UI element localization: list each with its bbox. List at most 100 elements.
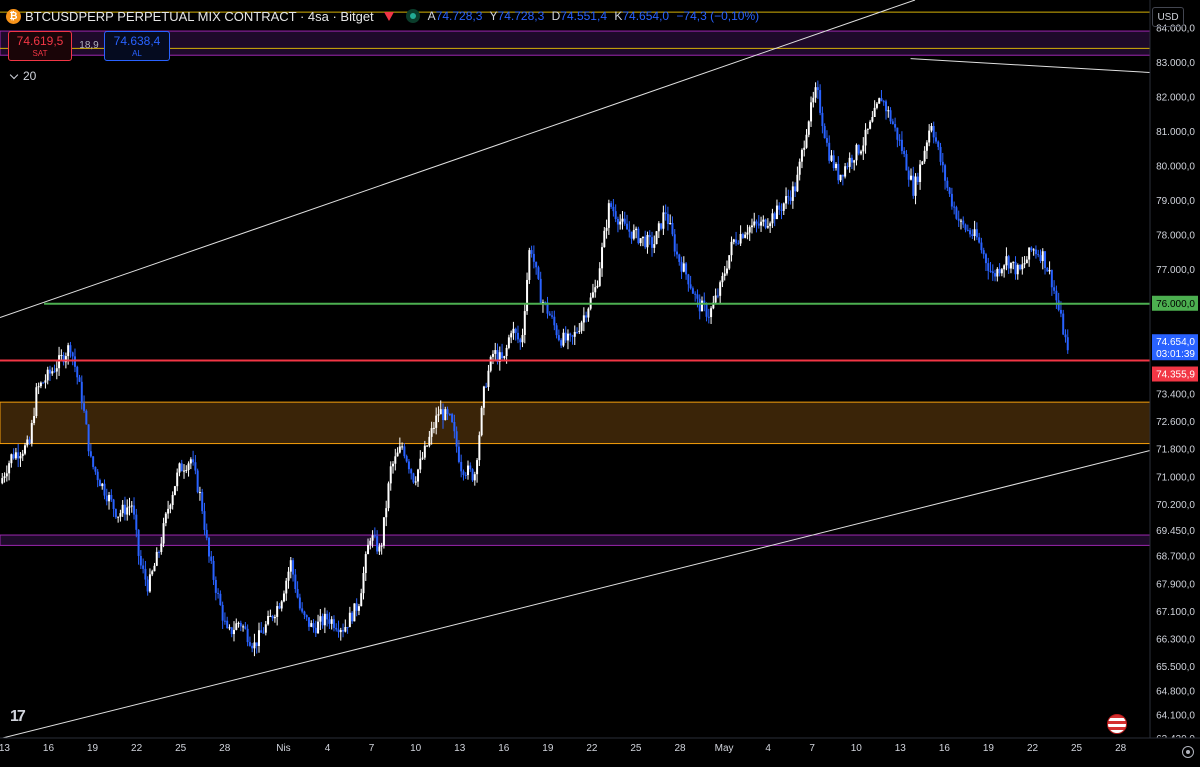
candle-body <box>26 439 29 446</box>
candle-body <box>651 237 654 248</box>
candle-body <box>850 157 853 163</box>
candle-body <box>907 170 910 180</box>
candle-body <box>466 465 469 476</box>
x-tick-label: 22 <box>131 743 143 754</box>
candle-body <box>12 454 15 459</box>
chevron-down-icon <box>9 70 19 79</box>
candle-body <box>369 540 372 545</box>
candle-body <box>155 551 158 566</box>
candle-body <box>330 619 333 624</box>
candle-body <box>519 339 522 343</box>
candle-body <box>194 462 197 471</box>
candle-body <box>482 386 485 408</box>
candle-body <box>641 236 644 239</box>
candle-body <box>298 597 301 609</box>
candle-body <box>121 504 124 514</box>
symbol-title[interactable]: BTCUSDPERP PERPETUAL MIX CONTRACT · 4sa … <box>25 9 374 24</box>
y-tick-label: 78.000,0 <box>1156 231 1195 242</box>
candle-body <box>853 160 856 163</box>
candle-body <box>723 273 726 277</box>
candle-body <box>278 606 281 609</box>
candle-body <box>612 206 615 212</box>
candle-body <box>46 369 49 381</box>
candle-body <box>160 543 163 552</box>
ohlc-values: A74.728,3 Y74.728,3 D74.551,4 K74.654,0 … <box>427 9 760 23</box>
candle-body <box>78 377 81 382</box>
candle-body <box>664 212 667 214</box>
y-tick-label: 81.000,0 <box>1156 127 1195 138</box>
settings-icon[interactable] <box>1182 746 1194 758</box>
candle-body <box>535 261 538 268</box>
candle-body <box>653 244 656 248</box>
candle-body <box>794 186 797 192</box>
candle-body <box>803 147 806 150</box>
candle-body <box>151 571 154 575</box>
x-tick-label: 19 <box>542 743 554 754</box>
candle-body <box>135 514 138 530</box>
candle-body <box>655 231 658 245</box>
candle-body <box>83 403 86 411</box>
flag-icon[interactable] <box>383 11 394 21</box>
us-flag-icon[interactable] <box>1107 714 1127 734</box>
candle-body <box>705 304 708 317</box>
candle-body <box>44 380 47 383</box>
x-tick-label: 7 <box>369 743 375 754</box>
candle-body <box>737 243 740 245</box>
candle-body <box>762 219 765 222</box>
candle-body <box>244 626 247 629</box>
candle-body <box>23 445 26 454</box>
candle-body <box>19 456 22 459</box>
candle-body <box>385 508 388 518</box>
price-chart[interactable]: 84.000,083.000,082.000,081.000,080.000,0… <box>0 0 1200 767</box>
candle-body <box>212 560 215 580</box>
candle-body <box>1021 264 1024 270</box>
candle-body <box>585 315 588 318</box>
y-tick-label: 69.450,0 <box>1156 526 1195 537</box>
tradingview-logo[interactable]: 17 <box>10 708 26 726</box>
y-tick-label: 82.000,0 <box>1156 93 1195 104</box>
candle-body <box>607 203 610 228</box>
candle-body <box>766 226 769 228</box>
candle-body <box>117 516 120 518</box>
sell-button[interactable]: 74.619,5 SAT <box>8 31 72 61</box>
candle-body <box>403 446 406 457</box>
candle-body <box>1012 261 1015 263</box>
candle-body <box>282 593 285 602</box>
candle-body <box>1046 267 1049 272</box>
candle-body <box>267 615 270 625</box>
candle-body <box>1064 334 1067 338</box>
candle-body <box>821 112 824 127</box>
candle-body <box>598 268 601 286</box>
candle-body <box>176 472 179 487</box>
buy-button[interactable]: 74.638,4 AL <box>104 31 170 61</box>
candle-body <box>235 623 238 630</box>
x-tick-label: 13 <box>454 743 466 754</box>
candle-body <box>828 142 831 161</box>
candle-body <box>832 155 835 169</box>
candle-body <box>217 592 220 594</box>
last-price-label: 74.654,0 <box>1156 337 1195 348</box>
candle-body <box>144 568 147 580</box>
candle-body <box>1 478 4 484</box>
candle-body <box>348 612 351 628</box>
candle-body <box>562 332 565 346</box>
candle-body <box>825 138 828 143</box>
candle-body <box>669 223 672 225</box>
candle-body <box>51 371 54 374</box>
candle-body <box>382 517 385 546</box>
candle-body <box>301 608 304 612</box>
candle-body <box>162 523 165 544</box>
candle-body <box>5 473 8 477</box>
candle-body <box>678 254 681 262</box>
candle-body <box>321 616 324 626</box>
candle-body <box>92 456 95 467</box>
candle-body <box>153 565 156 572</box>
candle-body <box>819 90 822 113</box>
indicators-toggle[interactable]: 20 <box>8 68 36 84</box>
candle-body <box>364 554 367 574</box>
candle-body <box>939 146 942 162</box>
candle-body <box>869 121 872 129</box>
currency-button[interactable]: USD <box>1152 7 1184 27</box>
x-tick-label: 22 <box>1027 743 1039 754</box>
x-tick-label: 22 <box>586 743 598 754</box>
